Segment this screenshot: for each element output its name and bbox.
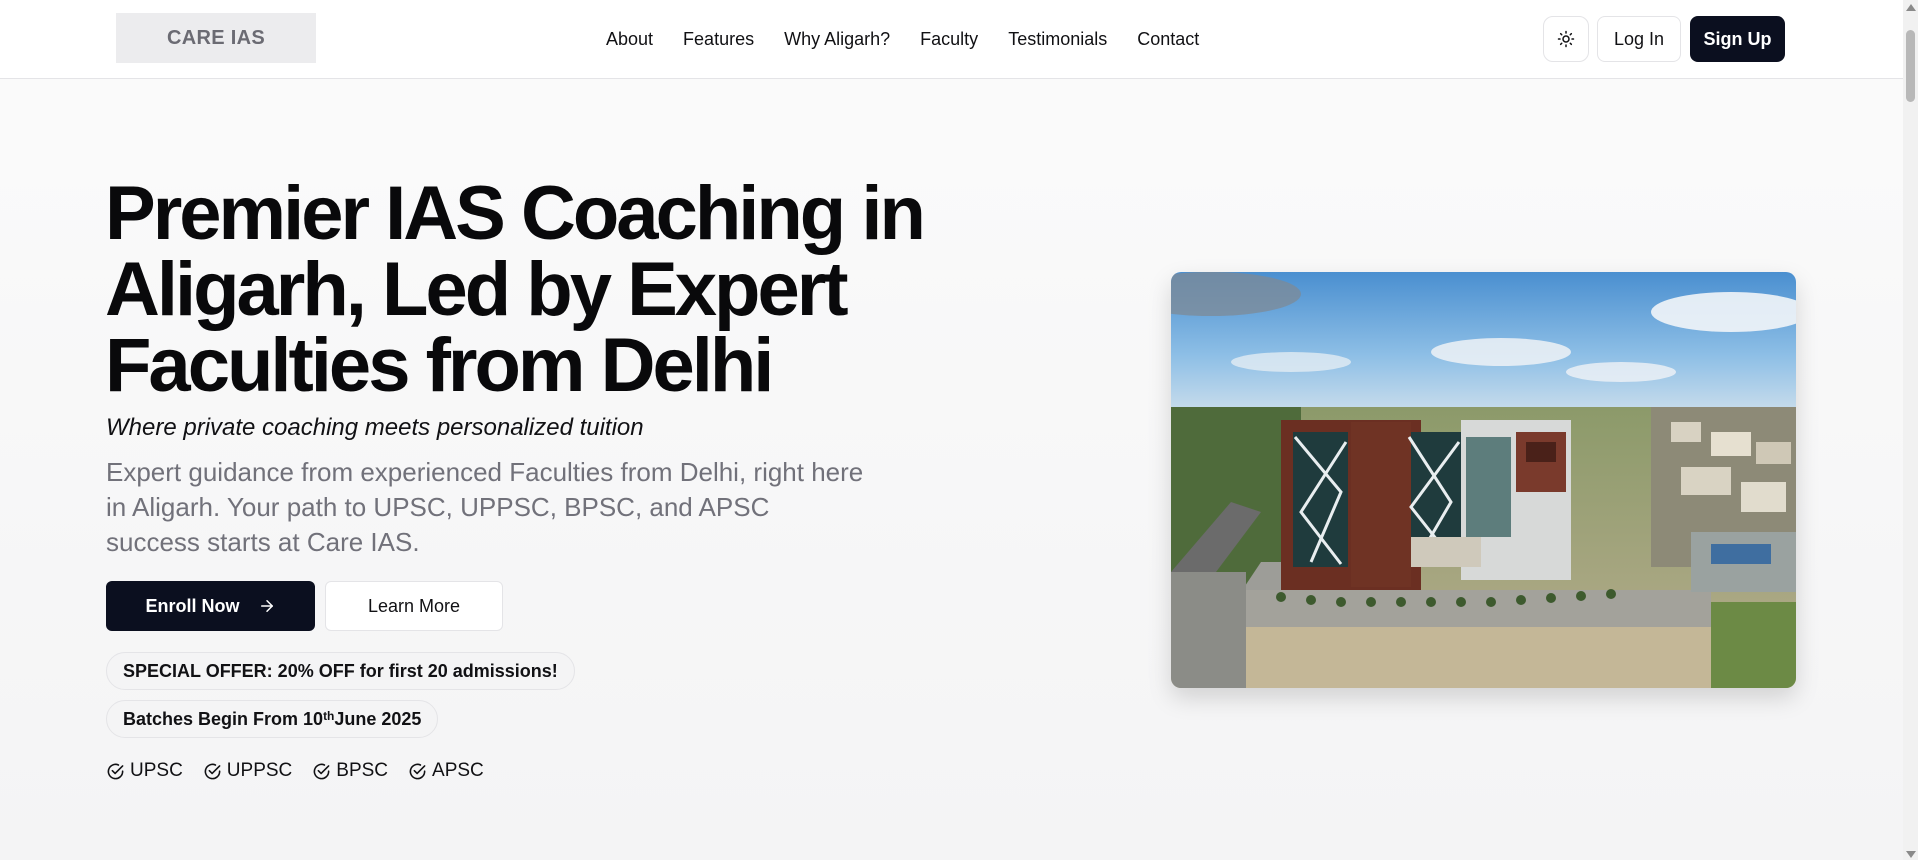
nav-link-testimonials[interactable]: Testimonials — [1008, 25, 1107, 53]
logo[interactable]: CARE IAS — [116, 13, 316, 63]
enroll-now-label: Enroll Now — [145, 595, 240, 616]
theme-toggle-button[interactable] — [1543, 16, 1589, 62]
exam-item: APSC — [408, 760, 484, 782]
campus-building-photo — [1171, 272, 1796, 688]
exam-item: UPSC — [106, 760, 183, 782]
batch-start-prefix: Batches Begin From 10 — [123, 708, 324, 729]
nav-link-contact[interactable]: Contact — [1137, 25, 1199, 53]
nav-link-faculty[interactable]: Faculty — [920, 25, 978, 53]
special-offer-badge: SPECIAL OFFER: 20% OFF for first 20 admi… — [106, 652, 575, 690]
login-button[interactable]: Log In — [1597, 16, 1681, 62]
check-circle-icon — [409, 763, 426, 779]
enroll-now-button[interactable]: Enroll Now — [106, 581, 315, 631]
nav-link-about[interactable]: About — [606, 25, 653, 53]
sun-icon — [1557, 30, 1575, 48]
scroll-up-icon[interactable] — [1906, 4, 1916, 11]
site-header: CARE IAS About Features Why Aligarh? Fac… — [0, 0, 1903, 79]
exam-item: UPPSC — [203, 760, 292, 782]
scroll-down-icon[interactable] — [1906, 851, 1916, 858]
exam-list: UPSC UPPSC BPSC APSC — [106, 760, 484, 782]
exam-label: UPPSC — [226, 760, 293, 781]
check-circle-icon — [313, 763, 330, 779]
scroll-thumb[interactable] — [1906, 30, 1915, 102]
main-nav: About Features Why Aligarh? Faculty Test… — [606, 25, 1229, 53]
exam-label: APSC — [432, 760, 484, 781]
page-scrollbar[interactable] — [1903, 0, 1918, 860]
exam-label: UPSC — [130, 760, 183, 781]
hero-description: Expert guidance from experienced Faculti… — [106, 457, 864, 557]
exam-label: BPSC — [336, 760, 389, 781]
hero-tagline: Where private coaching meets personalize… — [106, 414, 644, 441]
batch-start-badge: Batches Begin From 10th June 2025 — [106, 700, 439, 738]
batch-start-suffix: June 2025 — [334, 708, 422, 729]
hero-headline: Premier IAS Coaching in Aligarh, Led by … — [105, 171, 926, 408]
exam-item: BPSC — [312, 760, 388, 782]
check-circle-icon — [204, 763, 221, 779]
nav-link-why-aligarh[interactable]: Why Aligarh? — [784, 25, 890, 53]
batch-start-ordinal: th — [323, 709, 335, 723]
check-circle-icon — [107, 763, 124, 779]
learn-more-button[interactable]: Learn More — [325, 581, 503, 631]
arrow-right-icon — [260, 600, 273, 612]
signup-button[interactable]: Sign Up — [1690, 16, 1785, 62]
nav-link-features[interactable]: Features — [683, 25, 754, 53]
